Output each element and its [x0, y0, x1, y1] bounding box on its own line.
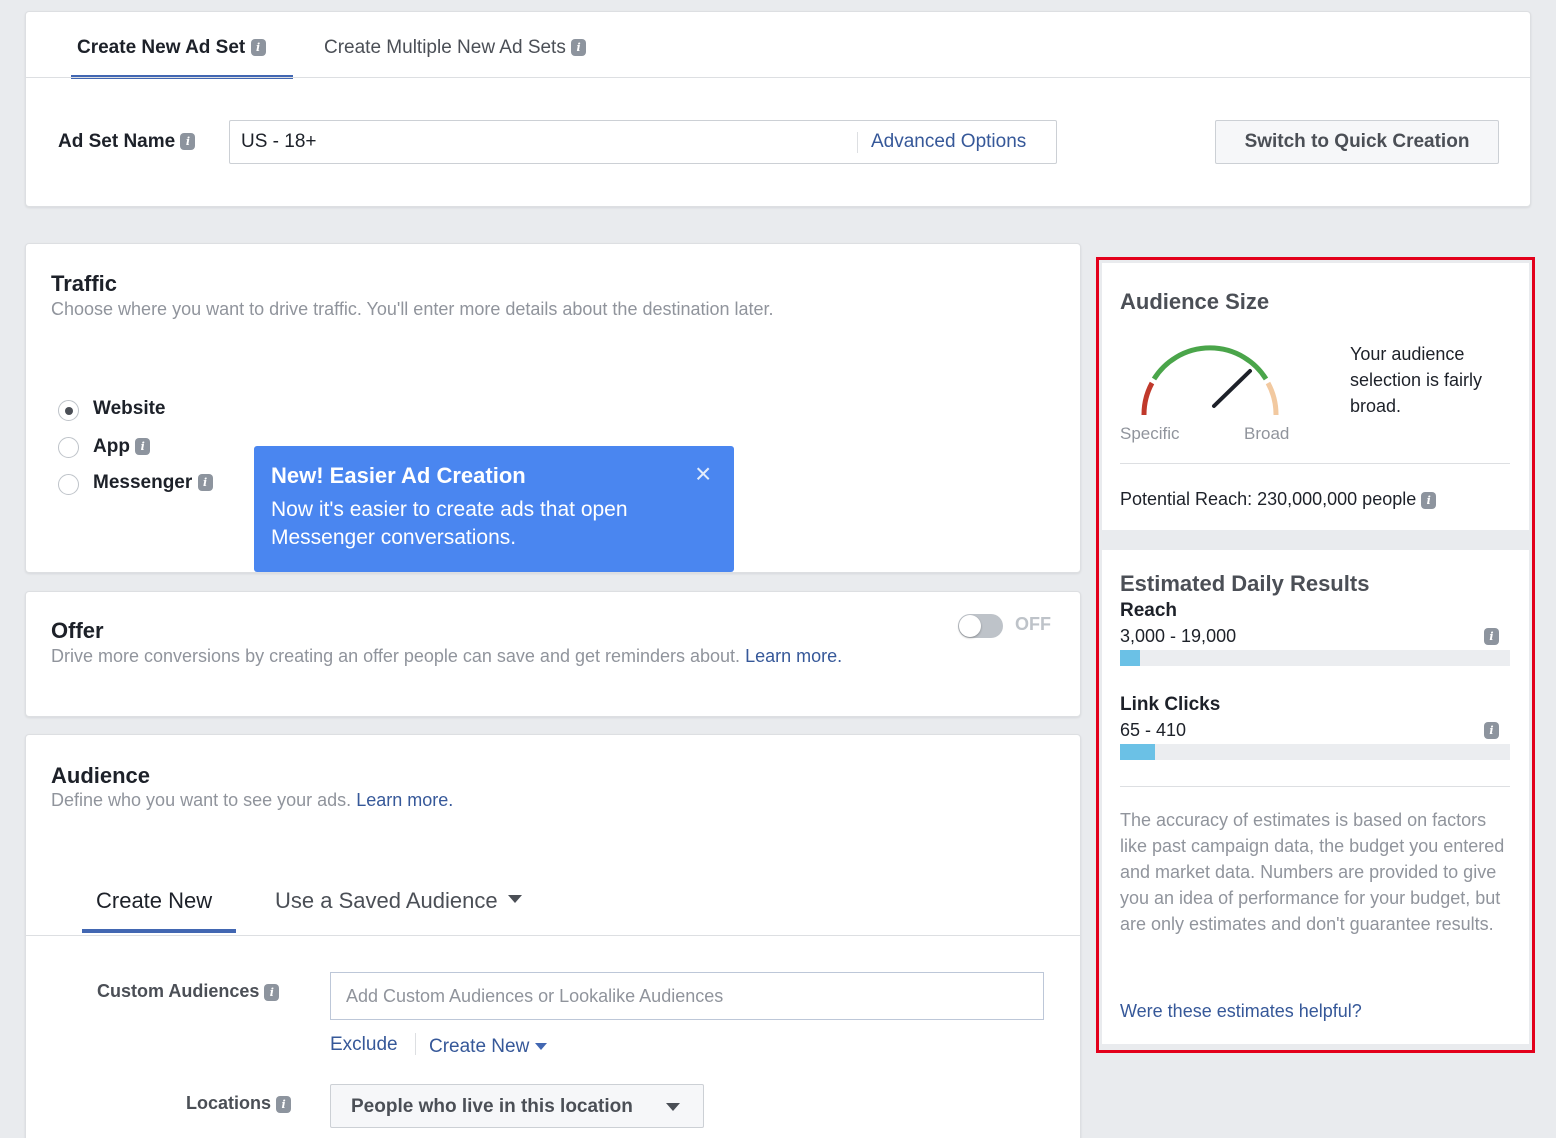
switch-quick-creation-button[interactable]: Switch to Quick Creation — [1215, 120, 1499, 164]
audience-size-description: Your audience selection is fairly broad. — [1350, 344, 1483, 416]
reach-bar — [1120, 650, 1510, 666]
label-text: Messenger — [93, 472, 193, 493]
offer-toggle[interactable] — [958, 614, 1003, 638]
gauge-red-segment — [1141, 381, 1155, 416]
info-icon[interactable]: i — [250, 39, 266, 57]
button-label: Switch to Quick Creation — [1244, 131, 1470, 152]
info-icon[interactable]: i — [1484, 722, 1499, 739]
info-icon[interactable]: i — [571, 39, 587, 57]
tab-label: Create Multiple New Ad Sets — [324, 37, 566, 58]
helpful-estimates-link[interactable]: Were these estimates helpful? — [1120, 1001, 1362, 1022]
gauge-broad-label: Broad — [1244, 424, 1290, 443]
link-clicks-value: 65 - 410 — [1120, 720, 1187, 740]
ad-set-name-value: US - 18+ — [241, 131, 317, 152]
reach-label: Reach — [1120, 600, 1178, 621]
radio-messenger[interactable] — [58, 474, 79, 495]
caret-down-icon — [534, 1043, 547, 1051]
toggle-state-label: OFF — [1015, 614, 1051, 634]
info-icon[interactable]: i — [264, 983, 280, 1001]
audience-size-divider — [1120, 463, 1510, 464]
tooltip-body: Now it's easier to create ads that open … — [271, 498, 628, 549]
dropdown-value: People who live in this location — [351, 1096, 633, 1117]
gauge-peach-segment — [1265, 381, 1279, 416]
learn-more-link[interactable]: Learn — [745, 646, 791, 666]
ad-set-header-card: Create New Ad Set i Create Multiple New … — [25, 11, 1531, 207]
info-icon[interactable]: i — [180, 133, 196, 151]
label-text: Locations — [186, 1093, 272, 1113]
offer-card: Offer Drive more conversions by creating… — [25, 591, 1081, 717]
tab-divider — [26, 77, 1530, 78]
locations-dropdown[interactable]: People who live in this location — [330, 1084, 704, 1128]
radio-label-messenger[interactable]: Messenger i — [93, 472, 213, 494]
gauge-specific-label: Specific — [1120, 424, 1180, 443]
toggle-knob — [959, 615, 981, 637]
learn-more-link-cont[interactable]: more. — [796, 646, 842, 666]
link-text: Create New — [429, 1036, 530, 1057]
input-divider — [857, 132, 858, 153]
audience-tab-divider — [26, 935, 1080, 936]
results-divider — [1120, 786, 1510, 787]
potential-reach: Potential Reach: 230,000,000 people i — [1120, 489, 1437, 510]
create-new-audience-link[interactable]: Create New — [429, 1036, 547, 1058]
info-icon[interactable]: i — [276, 1095, 292, 1113]
audience-card: Audience Define who you want to see your… — [25, 734, 1081, 1138]
tab-create-multiple[interactable]: Create Multiple New Ad Sets i — [324, 37, 587, 59]
learn-more-link[interactable]: Learn more. — [356, 790, 453, 810]
traffic-description: Choose where you want to drive traffic. … — [51, 299, 774, 319]
info-icon[interactable]: i — [1484, 628, 1499, 645]
caret-down-icon — [507, 895, 522, 904]
custom-audiences-input[interactable]: Add Custom Audiences or Lookalike Audien… — [330, 972, 1044, 1020]
input-placeholder: Add Custom Audiences or Lookalike Audien… — [346, 986, 724, 1006]
radio-label-app[interactable]: App i — [93, 436, 151, 458]
audience-title: Audience — [51, 763, 151, 788]
estimates-panel: Audience Size Specific Broad Your audien… — [1096, 257, 1535, 1053]
tab-saved-audience[interactable]: Use a Saved Audience — [275, 888, 522, 914]
description-text: Define who you want to see your ads. — [51, 790, 352, 810]
custom-audiences-label: Custom Audiences i — [97, 981, 280, 1002]
description-text: Drive more conversions by creating an of… — [51, 646, 741, 666]
tab-label: Create New Ad Set — [77, 37, 246, 58]
messenger-tooltip: New! Easier Ad Creation Now it's easier … — [254, 446, 734, 572]
tab-create-new-audience[interactable]: Create New — [96, 888, 212, 914]
daily-results-section: Estimated Daily Results Reach 3,000 - 19… — [1102, 550, 1529, 1044]
audience-size-title: Audience Size — [1120, 289, 1270, 314]
exclude-link[interactable]: Exclude — [330, 1034, 398, 1056]
link-clicks-bar-fill — [1120, 744, 1156, 760]
link-clicks-label: Link Clicks — [1120, 694, 1221, 715]
estimates-disclaimer: The accuracy of estimates is based on fa… — [1120, 810, 1505, 934]
tab-label: Use a Saved Audience — [275, 888, 498, 913]
gauge-needle — [1212, 369, 1252, 408]
close-icon[interactable]: × — [695, 460, 711, 488]
label-text: Custom Audiences — [97, 981, 260, 1001]
info-icon[interactable]: i — [1421, 491, 1437, 509]
offer-description: Drive more conversions by creating an of… — [51, 644, 931, 668]
info-icon[interactable]: i — [197, 474, 213, 492]
radio-label-website[interactable]: Website — [93, 398, 166, 420]
radio-app[interactable] — [58, 437, 79, 458]
reach-value: 3,000 - 19,000 — [1120, 626, 1237, 646]
caret-down-icon — [666, 1103, 680, 1111]
daily-results-title: Estimated Daily Results — [1120, 571, 1370, 596]
reach-bar-fill — [1120, 650, 1140, 666]
audience-description: Define who you want to see your ads. Lea… — [51, 788, 453, 812]
locations-label: Locations i — [186, 1093, 292, 1114]
tooltip-title: New! Easier Ad Creation — [271, 463, 526, 488]
audience-gauge — [1141, 345, 1279, 416]
advanced-options-link[interactable]: Advanced Options — [871, 131, 1026, 153]
label-text: App — [93, 436, 130, 457]
audience-size-section: Audience Size Specific Broad Your audien… — [1102, 263, 1529, 530]
label-text: Ad Set Name — [58, 131, 176, 152]
offer-title: Offer — [51, 618, 104, 643]
link-clicks-bar — [1120, 744, 1510, 760]
potential-reach-text: Potential Reach: 230,000,000 people — [1120, 489, 1417, 509]
ad-set-name-label: Ad Set Name i — [58, 131, 196, 153]
ad-set-name-input[interactable]: US - 18+ Advanced Options — [229, 120, 1057, 164]
tab-create-new-ad-set[interactable]: Create New Ad Set i — [77, 37, 266, 59]
active-tab-underline — [82, 929, 236, 933]
traffic-title: Traffic — [51, 271, 118, 296]
info-icon[interactable]: i — [135, 438, 151, 456]
link-divider — [415, 1033, 416, 1055]
radio-website[interactable] — [58, 400, 79, 421]
